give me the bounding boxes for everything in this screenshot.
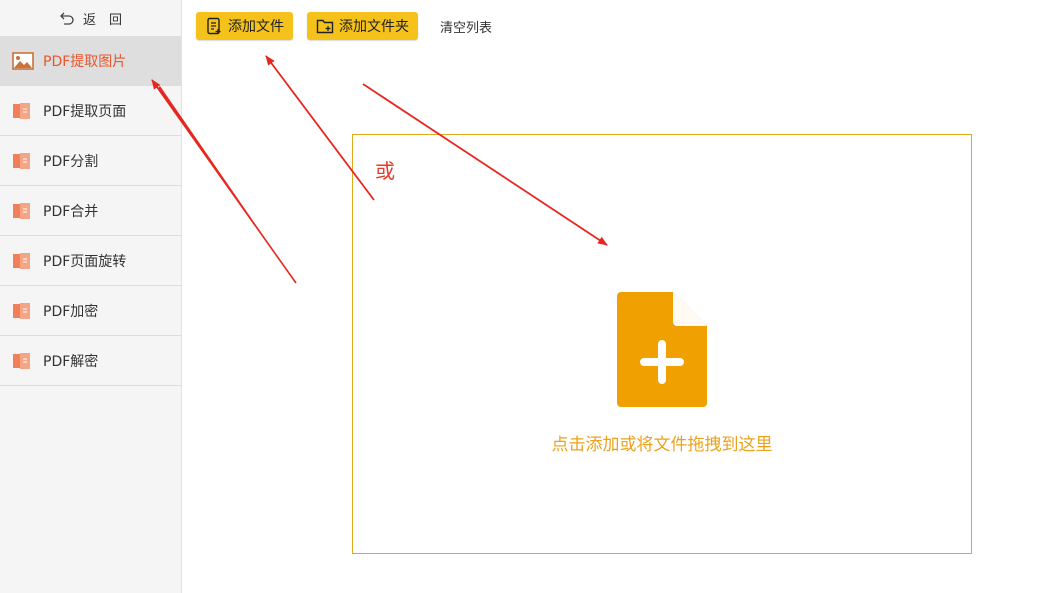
pdf-file-icon	[13, 102, 30, 119]
back-button[interactable]: 返 回	[0, 0, 181, 36]
sidebar-item-decrypt[interactable]: PDF解密	[0, 336, 181, 386]
pdf-file-icon	[13, 152, 30, 169]
sidebar-item-split[interactable]: PDF分割	[0, 136, 181, 186]
toolbar: 添加文件 添加文件夹 清空列表	[196, 12, 492, 40]
pdf-file-icon	[13, 252, 30, 269]
add-file-icon	[207, 17, 221, 35]
sidebar-item-label: PDF合并	[43, 203, 99, 220]
drop-hint-text: 点击添加或将文件拖拽到这里	[551, 435, 773, 455]
back-label: 返 回	[82, 12, 122, 28]
pdf-file-icon	[13, 352, 30, 369]
sidebar-item-extract-images[interactable]: PDF提取图片	[0, 36, 181, 86]
sidebar-item-merge[interactable]: PDF合并	[0, 186, 181, 236]
clear-list-button[interactable]: 清空列表	[440, 17, 492, 36]
sidebar-item-label: PDF分割	[43, 153, 99, 170]
image-icon	[12, 51, 34, 70]
sidebar-item-label: PDF提取页面	[43, 103, 127, 120]
pdf-file-icon	[13, 202, 30, 219]
add-file-large-icon[interactable]	[617, 292, 707, 407]
add-file-label: 添加文件	[228, 19, 284, 35]
sidebar-item-rotate[interactable]: PDF页面旋转	[0, 236, 181, 286]
sidebar-item-label: PDF解密	[43, 353, 99, 370]
undo-arrow-icon	[60, 12, 74, 25]
sidebar-item-extract-pages[interactable]: PDF提取页面	[0, 86, 181, 136]
or-label: 或	[375, 159, 395, 183]
sidebar: 返 回 PDF提取图片 PDF提取页面 PDF分割 PDF合并 PDF页面旋转 …	[0, 0, 182, 593]
add-folder-label: 添加文件夹	[339, 19, 409, 35]
add-folder-icon	[316, 19, 334, 34]
pdf-file-icon	[13, 302, 30, 319]
sidebar-item-label: PDF提取图片	[43, 53, 127, 70]
add-folder-button[interactable]: 添加文件夹	[307, 12, 418, 40]
sidebar-item-label: PDF加密	[43, 303, 99, 320]
add-file-button[interactable]: 添加文件	[196, 12, 293, 40]
sidebar-item-label: PDF页面旋转	[43, 253, 127, 270]
sidebar-item-encrypt[interactable]: PDF加密	[0, 286, 181, 336]
